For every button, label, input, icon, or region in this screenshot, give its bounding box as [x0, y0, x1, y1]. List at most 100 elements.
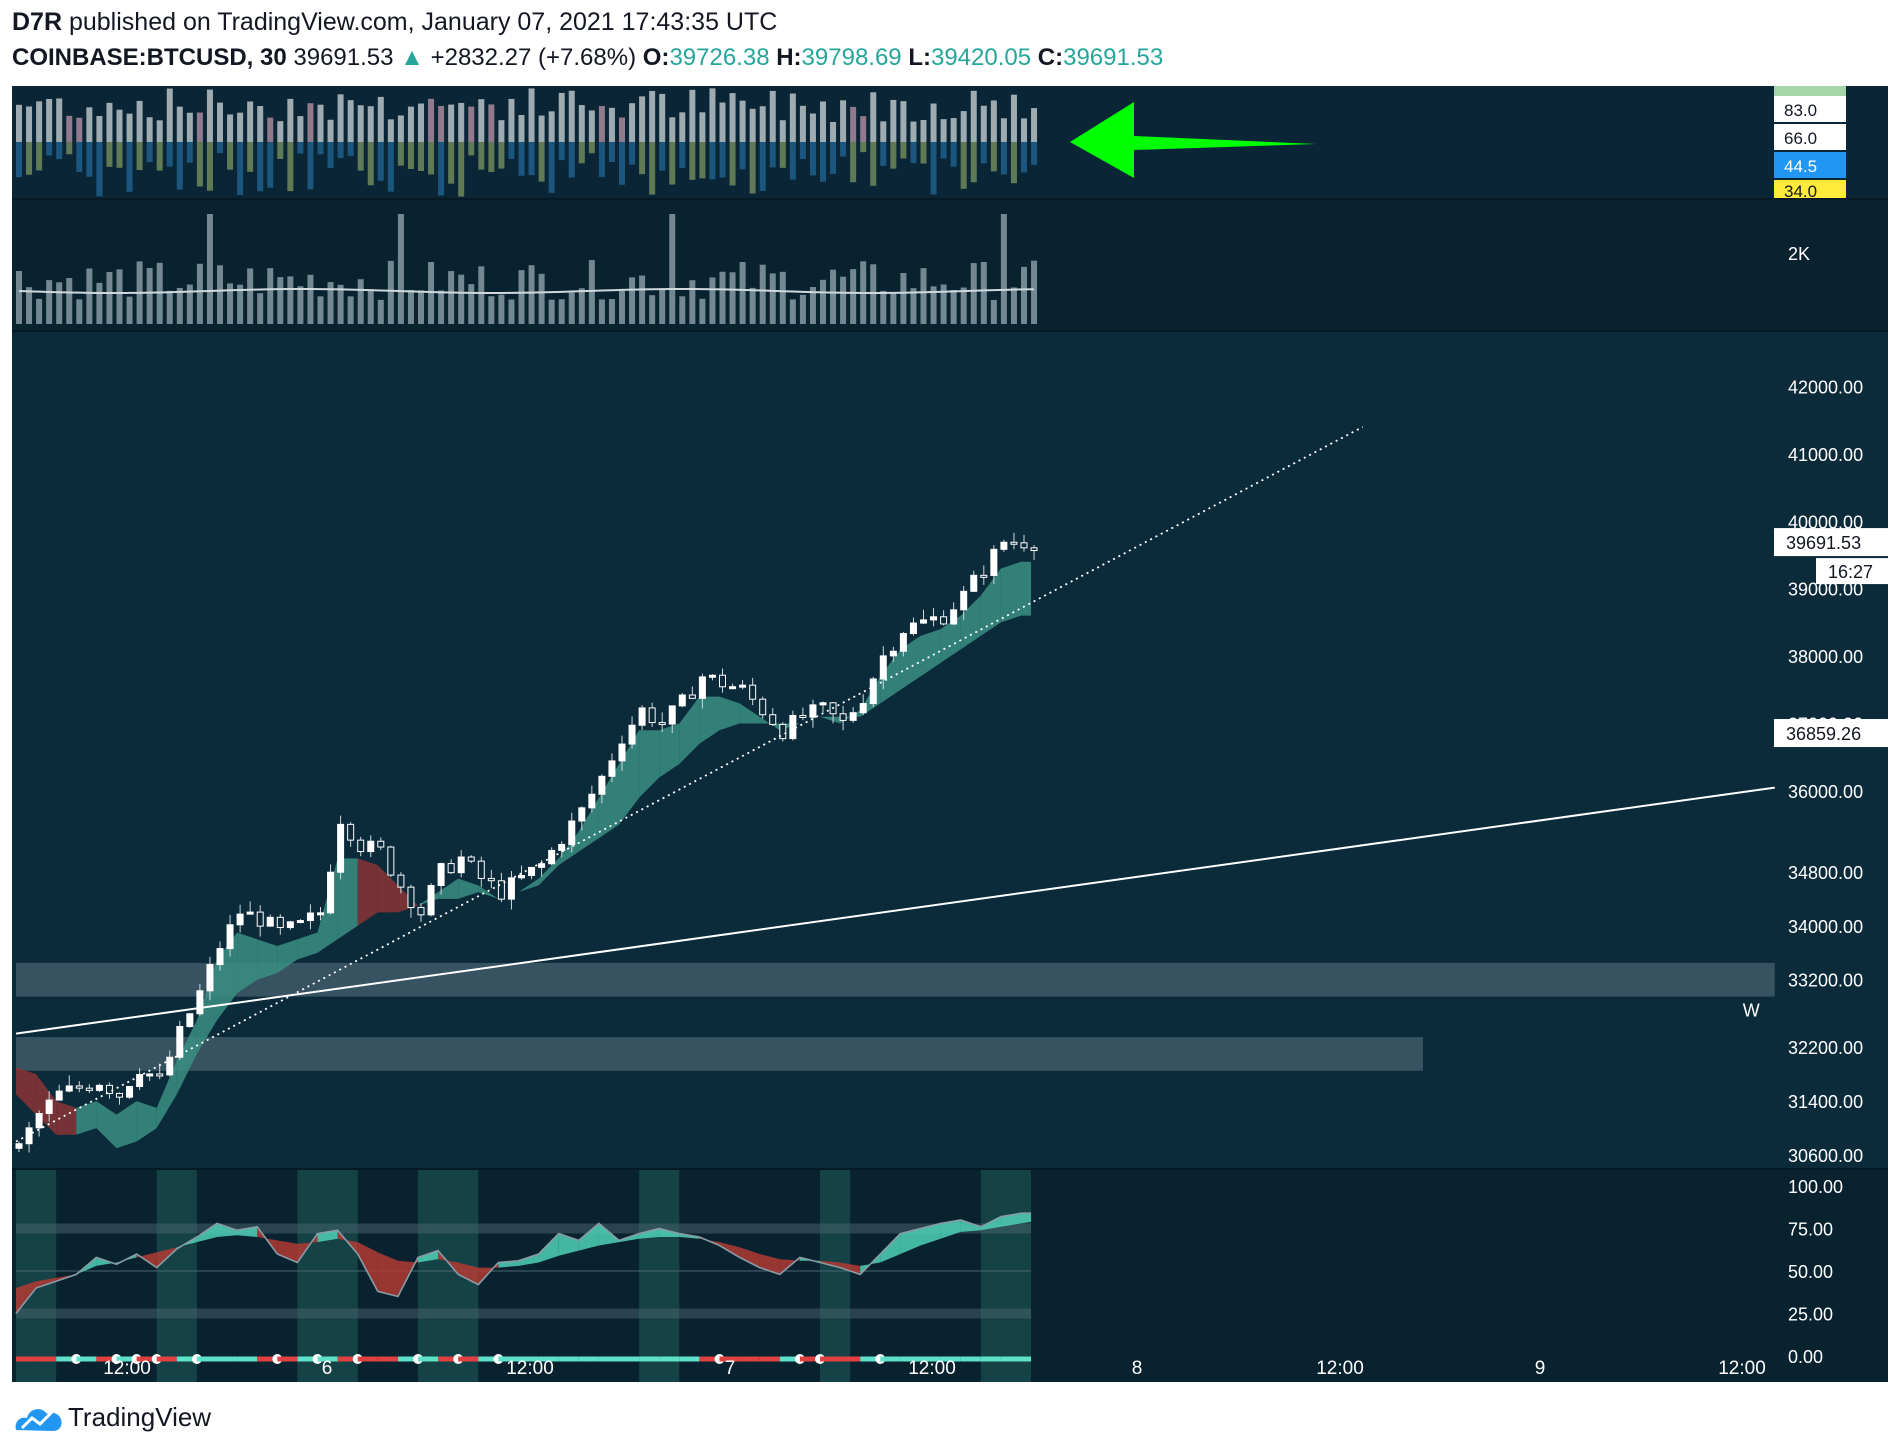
- osc-bar-down: [528, 142, 535, 176]
- volume-label: 2K: [1788, 244, 1810, 264]
- candle-body: [799, 714, 807, 718]
- candle-body: [819, 702, 827, 706]
- osc-bar-up: [367, 106, 374, 142]
- change: +2832.27 (+7.68%): [430, 44, 637, 71]
- volume-bar: [759, 264, 766, 324]
- osc-bar-down: [176, 142, 183, 190]
- osc-bar-down: [86, 142, 93, 177]
- candle-body: [477, 860, 485, 879]
- osc-bar-up: [428, 98, 435, 142]
- price-tick: 42000.00: [1788, 377, 1863, 397]
- osc-bar-down: [548, 142, 555, 193]
- osc-bar-down: [1000, 142, 1007, 175]
- volume-bar: [56, 282, 63, 324]
- candle-body: [507, 877, 515, 900]
- osc-bar-up: [860, 116, 867, 142]
- osc-bar-down: [146, 142, 153, 163]
- volume-bar: [940, 284, 947, 324]
- osc-bar-up: [277, 121, 284, 142]
- rsi-band: [980, 1170, 1032, 1382]
- osc-bar-up: [166, 88, 173, 142]
- candle-body: [256, 911, 264, 927]
- candle-body: [487, 877, 495, 882]
- volume-bar: [176, 287, 183, 324]
- osc-bar-up: [438, 105, 445, 142]
- osc-bar-up: [830, 121, 837, 142]
- osc-bar-up: [478, 99, 485, 142]
- candle-body: [950, 609, 958, 625]
- volume-bar: [538, 273, 545, 324]
- tradingview-logo-icon[interactable]: [12, 1400, 66, 1434]
- osc-label: 66.0: [1784, 129, 1817, 148]
- osc-bar-up: [267, 117, 274, 142]
- close-label: C:: [1037, 44, 1064, 71]
- rsi-tick: 50.00: [1788, 1262, 1833, 1282]
- candle-body: [1000, 541, 1008, 550]
- volume-bar: [186, 284, 193, 324]
- candle-body: [849, 712, 857, 721]
- osc-bar-down: [448, 142, 455, 184]
- osc-bar-down: [397, 142, 404, 166]
- osc-bar-up: [990, 100, 997, 142]
- volume-bar: [769, 273, 776, 324]
- osc-bar-up: [729, 93, 736, 142]
- volume-bar: [478, 266, 485, 324]
- osc-bar-down: [1031, 142, 1038, 165]
- volume-bar: [729, 272, 736, 324]
- volume-bar: [166, 290, 173, 324]
- rsi-tick: 0.00: [1788, 1347, 1823, 1367]
- osc-bar-down: [799, 142, 806, 160]
- chart-area[interactable]: 83.0 66.0 44.5 34.0 2K W 42000.00 41000.0…: [12, 86, 1888, 1382]
- volume-bar: [960, 287, 967, 324]
- osc-scale: 83.0 66.0 44.5 34.0: [1774, 86, 1846, 201]
- candle-body: [347, 823, 355, 841]
- candle-body: [206, 964, 214, 992]
- volume-bar: [367, 290, 374, 324]
- osc-bar-down: [830, 142, 837, 174]
- time-tick: 12:00: [506, 1358, 554, 1379]
- volume-bar: [518, 270, 525, 324]
- osc-bar-down: [217, 142, 223, 154]
- candle-body: [719, 674, 726, 688]
- osc-bar-down: [237, 142, 244, 196]
- symbol[interactable]: COINBASE:BTCUSD, 30: [12, 44, 287, 71]
- osc-bar-down: [186, 142, 193, 163]
- candle-body: [879, 655, 887, 680]
- candle-body: [608, 760, 616, 777]
- osc-bar-up: [588, 110, 595, 142]
- volume-bar: [418, 290, 424, 324]
- footer: [0, 1382, 1900, 1454]
- volume-bar: [76, 299, 83, 324]
- osc-bar-up: [548, 111, 555, 142]
- osc-bar-up: [106, 102, 113, 142]
- volume-bar: [719, 271, 726, 324]
- osc-bar-down: [940, 142, 947, 159]
- rsi-band: [16, 1170, 57, 1382]
- countdown-text: 16:27: [1828, 562, 1873, 582]
- candle-body: [558, 843, 566, 851]
- zone-label: W: [1743, 1001, 1760, 1021]
- chart-svg[interactable]: 83.0 66.0 44.5 34.0 2K W 42000.00 41000.0…: [12, 86, 1888, 1382]
- osc-bar-down: [820, 142, 826, 182]
- open-label: O:: [642, 44, 670, 71]
- price-tick: 36000.00: [1788, 782, 1863, 802]
- author[interactable]: D7R: [12, 8, 62, 36]
- candle-body: [759, 698, 767, 716]
- osc-bar-down: [1021, 142, 1027, 173]
- osc-bar-down: [508, 142, 515, 159]
- volume-bar: [578, 288, 585, 324]
- osc-bar-up: [387, 119, 394, 142]
- volume-bar: [900, 273, 907, 324]
- osc-bar-down: [608, 142, 615, 163]
- volume-bar: [679, 296, 686, 324]
- osc-bar-down: [930, 142, 937, 195]
- volume-bar: [669, 214, 676, 324]
- rsi-tick: 100.00: [1788, 1177, 1843, 1197]
- osc-bar-up: [920, 120, 927, 142]
- volume-bar: [146, 268, 153, 324]
- volume-bar: [347, 296, 354, 324]
- osc-bar-up: [397, 115, 404, 142]
- osc-bar-down: [367, 142, 374, 186]
- osc-bar-up: [639, 96, 646, 142]
- volume-bar: [407, 290, 414, 324]
